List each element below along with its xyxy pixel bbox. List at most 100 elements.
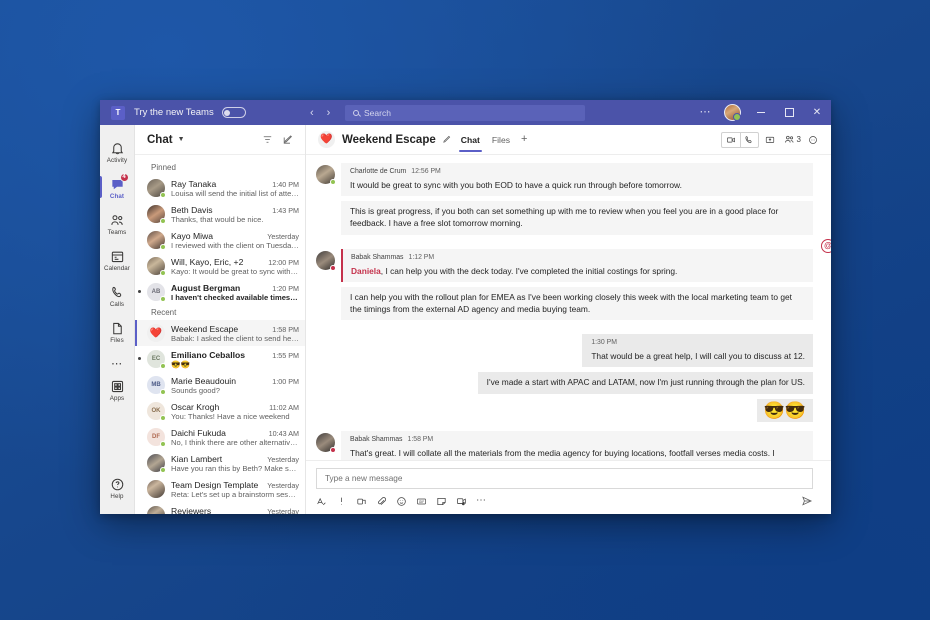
chat-list-scroll[interactable]: PinnedRay Tanaka1:40 PMLouisa will send … <box>135 155 305 514</box>
format-text-icon[interactable] <box>316 496 327 507</box>
people-count[interactable]: 3 <box>784 134 801 145</box>
try-new-teams-toggle[interactable] <box>222 107 246 118</box>
chat-list-item[interactable]: ReviewersYesterdayDarren: Thats fine wit… <box>135 502 305 514</box>
sidebar-item-teams[interactable]: Teams <box>100 206 135 242</box>
sidebar-item-label: Calls <box>110 301 124 308</box>
chat-list-item[interactable]: Kayo MiwaYesterdayI reviewed with the cl… <box>135 227 305 253</box>
message-list[interactable]: Charlotte de Crum12:56 PMIt would be gre… <box>306 155 831 460</box>
video-camera-icon[interactable] <box>722 133 740 147</box>
presence-indicator <box>330 179 336 185</box>
chat-list-item[interactable]: ❤️Weekend Escape1:58 PMBabak: I asked th… <box>135 320 305 346</box>
avatar: EC <box>147 350 165 368</box>
minimize-icon[interactable] <box>747 100 775 125</box>
chat-item-time: Yesterday <box>267 481 299 490</box>
unread-dot <box>138 357 141 360</box>
gif-icon[interactable]: GIF <box>416 496 427 507</box>
avatar: DF <box>147 428 165 446</box>
chat-item-time: 11:02 AM <box>269 403 299 412</box>
more-horizontal-icon[interactable]: ⋯ <box>111 350 123 372</box>
screen-share-icon[interactable] <box>762 132 779 148</box>
chat-item-name: Daichi Fukuda <box>171 428 265 438</box>
chat-list-item[interactable]: OKOscar Krogh11:02 AMYou: Thanks! Have a… <box>135 398 305 424</box>
chat-list-item[interactable]: ECEmiliano Ceballos1:55 PM😎😎 <box>135 346 305 372</box>
compose-toolbar: GIF ⋯ <box>316 495 813 507</box>
presence-indicator <box>160 441 166 447</box>
avatar <box>147 454 165 472</box>
message-author: Babak Shammas <box>351 254 403 261</box>
sidebar-item-apps[interactable]: Apps <box>100 372 135 408</box>
chat-item-preview: Have you ran this by Beth? Make sure she… <box>171 464 299 473</box>
chat-list-item[interactable]: MBMarie Beaudouin1:00 PMSounds good? <box>135 372 305 398</box>
chat-list-item[interactable]: Beth Davis1:43 PMThanks, that would be n… <box>135 201 305 227</box>
message-input[interactable]: Type a new message <box>316 468 813 489</box>
presence-indicator <box>160 389 166 395</box>
maximize-icon[interactable] <box>775 100 803 125</box>
mention-badge-icon: @ <box>821 239 831 253</box>
sidebar-item-label: Apps <box>110 395 125 402</box>
priority-icon[interactable] <box>336 496 347 507</box>
chat-item-time: 1:00 PM <box>272 377 299 386</box>
back-icon[interactable]: ‹ <box>310 107 314 119</box>
teams-window: T Try the new Teams ‹ › Search ⋯ ✕ Activ… <box>100 100 831 514</box>
close-icon[interactable]: ✕ <box>803 100 831 125</box>
more-horizontal-icon[interactable]: ⋯ <box>476 496 487 506</box>
message-text: This is great progress, if you both can … <box>350 205 805 229</box>
chat-item-preview: Kayo: It would be great to sync with… <box>171 267 299 276</box>
avatar <box>147 257 165 275</box>
attach-file-icon[interactable] <box>356 496 367 507</box>
pencil-icon[interactable] <box>442 135 451 144</box>
more-horizontal-icon[interactable]: ⋯ <box>693 107 719 118</box>
sidebar-item-label: Help <box>110 493 123 500</box>
forward-icon[interactable]: › <box>327 107 331 119</box>
message-author: Charlotte de Crum <box>350 168 406 175</box>
message-group: Babak Shammas1:58 PMThat's great. I will… <box>316 431 813 461</box>
avatar <box>316 251 335 270</box>
phone-icon <box>110 285 125 300</box>
avatar: MB <box>147 376 165 394</box>
chat-item-name: Weekend Escape <box>171 324 268 334</box>
sidebar-item-files[interactable]: Files <box>100 314 135 350</box>
chevron-down-icon[interactable]: ▼ <box>178 136 185 143</box>
mention-link[interactable]: Daniela <box>351 266 381 276</box>
phone-icon[interactable] <box>740 133 758 147</box>
avatar: OK <box>147 402 165 420</box>
plus-icon[interactable]: + <box>521 134 527 145</box>
sidebar-item-activity[interactable]: Activity <box>100 134 135 170</box>
new-chat-icon[interactable] <box>279 132 295 148</box>
emoji-icon[interactable] <box>396 496 407 507</box>
tab-chat[interactable]: Chat <box>461 125 480 155</box>
message-text: Daniela, I can help you with the deck to… <box>351 265 805 277</box>
chat-item-name: August Bergman <box>171 283 268 293</box>
chat-item-preview: You: Thanks! Have a nice weekend <box>171 412 299 421</box>
chat-list-item[interactable]: Will, Kayo, Eric, +212:00 PMKayo: It wou… <box>135 253 305 279</box>
chat-list-item[interactable]: Ray Tanaka1:40 PMLouisa will send the in… <box>135 175 305 201</box>
sidebar-item-help[interactable]: Help <box>100 470 135 506</box>
sidebar-item-chat[interactable]: 4 Chat <box>100 170 135 206</box>
sidebar-item-calendar[interactable]: Calendar <box>100 242 135 278</box>
presence-indicator <box>160 296 166 302</box>
send-icon[interactable] <box>801 495 813 507</box>
chat-item-time: Yesterday <box>267 232 299 241</box>
filter-icon[interactable] <box>259 132 275 148</box>
chat-list-item[interactable]: ABAugust Bergman1:20 PMI haven't checked… <box>135 279 305 305</box>
chat-list-item[interactable]: Team Design TemplateYesterdayReta: Let's… <box>135 476 305 502</box>
chat-item-time: 1:43 PM <box>272 206 299 215</box>
sticker-icon[interactable] <box>436 496 447 507</box>
paperclip-icon[interactable] <box>376 496 387 507</box>
chat-item-preview: I reviewed with the client on Tuesda… <box>171 241 299 250</box>
meet-now-icon[interactable] <box>456 496 467 507</box>
chat-item-time: 1:40 PM <box>272 180 299 189</box>
chat-item-preview: Babak: I asked the client to send her fe… <box>171 334 299 343</box>
tab-files[interactable]: Files <box>492 125 510 155</box>
apps-grid-icon <box>110 379 125 394</box>
chat-item-preview: Reta: Let's set up a brainstorm session … <box>171 490 299 499</box>
avatar[interactable] <box>724 104 741 121</box>
sidebar-item-calls[interactable]: Calls <box>100 278 135 314</box>
more-circle-icon[interactable] <box>804 132 821 148</box>
chat-list-item[interactable]: DFDaichi Fukuda10:43 AMNo, I think there… <box>135 424 305 450</box>
message-timestamp: 12:56 PM <box>411 168 441 175</box>
presence-indicator <box>160 363 166 369</box>
message-timestamp: 1:58 PM <box>407 436 433 443</box>
search-input[interactable]: Search <box>345 105 585 121</box>
chat-list-item[interactable]: Kian LambertYesterdayHave you ran this b… <box>135 450 305 476</box>
